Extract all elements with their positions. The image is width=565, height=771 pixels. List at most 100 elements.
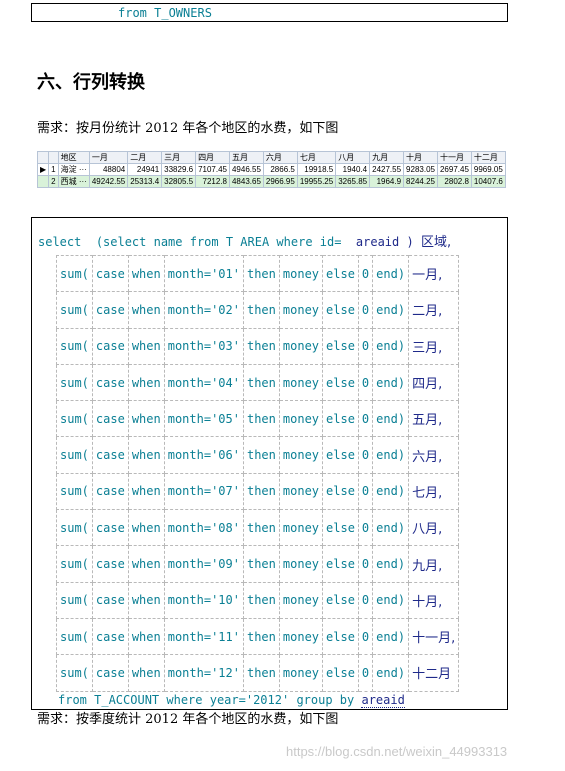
- sql-token: when: [127, 617, 165, 656]
- value-cell[interactable]: 19955.25: [296, 175, 337, 188]
- sql-token: end): [372, 545, 410, 583]
- value-cell[interactable]: 24941: [127, 163, 163, 176]
- value-cell[interactable]: 3265.85: [335, 175, 371, 188]
- value-cell[interactable]: 49242.55: [88, 175, 129, 188]
- sql-token: then: [242, 363, 280, 402]
- sql-group-column: areaid: [361, 693, 405, 708]
- sql-token: money: [278, 472, 324, 511]
- sql-token: month=: [167, 484, 212, 499]
- sql-month-alias: 十一月,: [408, 617, 460, 656]
- sql-token: month=: [167, 448, 212, 463]
- value-cell[interactable]: 48804: [88, 163, 129, 176]
- ellipsis-icon[interactable]: ···: [79, 177, 87, 186]
- sql-token: then: [242, 654, 280, 692]
- sql-token: then: [242, 545, 280, 583]
- sql-token: case: [91, 472, 129, 511]
- value-cell[interactable]: 8244.25: [403, 175, 438, 188]
- area-cell[interactable]: 海淀 ···: [57, 163, 90, 176]
- value-cell[interactable]: 2427.55: [369, 163, 405, 176]
- sql-token: when: [127, 509, 165, 547]
- sql-token: month=: [167, 629, 212, 644]
- grid-header-cell[interactable]: 十月: [403, 151, 438, 164]
- sql-token: then: [242, 436, 280, 474]
- grid-header-cell[interactable]: 十二月: [470, 151, 506, 164]
- sql-month-literal: '09': [211, 557, 240, 572]
- grid-header-cell[interactable]: 四月: [195, 151, 230, 164]
- sql-sum-row: sum(case when month='07' then money else 0 end)…: [56, 472, 460, 511]
- sql-sum-row: sum(case when month='05' then money else 0 end)…: [56, 400, 460, 438]
- value-cell[interactable]: 2697.45: [436, 163, 472, 176]
- sql-token: then: [242, 291, 280, 329]
- value-cell[interactable]: 1964.9: [369, 175, 405, 188]
- sql-token: when: [127, 363, 165, 402]
- grid-header-cell[interactable]: 九月: [369, 151, 405, 164]
- table-row[interactable]: 2 西城 ··· 49242.55 25313.4 32805.5 7212.8…: [36, 175, 506, 188]
- area-cell[interactable]: 西城 ···: [57, 175, 90, 188]
- sql-token: sum(: [56, 327, 93, 365]
- sql-token: case: [91, 617, 129, 656]
- value-cell[interactable]: 33829.6: [161, 163, 197, 176]
- row-number: 2: [48, 175, 59, 188]
- sql-month-condition: month='08': [163, 509, 244, 547]
- sql-month-condition: month='09': [163, 545, 244, 583]
- sql-month-literal: '05': [211, 411, 240, 426]
- grid-header-cell[interactable]: 三月: [161, 151, 197, 164]
- value-cell[interactable]: 4843.65: [228, 175, 264, 188]
- sql-token: sum(: [56, 581, 93, 619]
- sql-month-alias: 八月,: [408, 509, 460, 547]
- sql-sum-row: sum(case when month='02' then money else 0 end)…: [56, 291, 460, 329]
- sql-sum-row: sum(case when month='08' then money else 0 end)…: [56, 509, 460, 547]
- sql-token: end): [372, 400, 410, 438]
- grid-header-cell[interactable]: 八月: [335, 151, 371, 164]
- sql-month-alias: 一月,: [408, 254, 460, 293]
- sql-token: sum(: [56, 363, 93, 402]
- value-cell[interactable]: 2866.5: [262, 163, 298, 176]
- sql-token: sum(: [56, 291, 93, 329]
- value-cell[interactable]: 7212.8: [195, 175, 230, 188]
- grid-header-cell[interactable]: 五月: [228, 151, 264, 164]
- sql-token: sum(: [56, 545, 93, 583]
- ellipsis-icon[interactable]: ···: [79, 165, 87, 174]
- sql-code-box: select (select name from T AREA where id…: [31, 217, 508, 710]
- sql-token: then: [242, 400, 280, 438]
- sql-month-literal: '10': [211, 593, 240, 608]
- grid-header-cell[interactable]: 地区: [57, 151, 90, 164]
- value-cell[interactable]: 25313.4: [127, 175, 163, 188]
- sql-month-literal: '06': [211, 448, 240, 463]
- sql-sum-row: sum(case when month='11' then money else 0 end)…: [56, 617, 460, 656]
- sql-token: money: [278, 400, 324, 438]
- sql-token: month=: [167, 339, 212, 354]
- grid-header-cell[interactable]: 十一月: [436, 151, 472, 164]
- grid-header-cell[interactable]: 一月: [88, 151, 129, 164]
- value-cell[interactable]: 2802.8: [436, 175, 472, 188]
- sql-token: money: [278, 436, 324, 474]
- sql-sum-row: sum(case when month='01' then money else 0 end)…: [56, 254, 460, 293]
- sql-sum-row: sum(case when month='10' then money else 0 end)…: [56, 581, 460, 619]
- sql-token: when: [127, 254, 165, 293]
- sql-token: 0: [357, 545, 374, 583]
- sql-token: else: [322, 291, 359, 329]
- sql-month-alias: 六月,: [408, 436, 460, 474]
- value-cell[interactable]: 1940.4: [335, 163, 371, 176]
- sql-token: month=: [167, 593, 212, 608]
- value-cell[interactable]: 4946.55: [228, 163, 264, 176]
- sql-month-alias: 三月,: [408, 327, 460, 365]
- table-row[interactable]: ▶ 1 海淀 ··· 48804 24941 33829.6 7107.45 4…: [36, 163, 506, 176]
- grid-header-cell[interactable]: 七月: [296, 151, 337, 164]
- sql-keyword: select: [38, 235, 82, 249]
- value-cell[interactable]: 2966.95: [262, 175, 298, 188]
- grid-header-cell[interactable]: 二月: [127, 151, 163, 164]
- sql-month-condition: month='03': [163, 327, 244, 365]
- sql-token: case: [91, 400, 129, 438]
- sql-token: else: [322, 254, 359, 293]
- value-cell[interactable]: 9283.05: [403, 163, 438, 176]
- sql-token: case: [91, 545, 129, 583]
- value-cell[interactable]: 9969.05: [470, 163, 506, 176]
- value-cell[interactable]: 10407.6: [470, 175, 506, 188]
- value-cell[interactable]: 19918.5: [296, 163, 337, 176]
- value-cell[interactable]: 7107.45: [195, 163, 230, 176]
- sql-token: end): [372, 291, 410, 329]
- sql-token: 0: [357, 363, 374, 402]
- grid-header-cell[interactable]: 六月: [262, 151, 298, 164]
- value-cell[interactable]: 32805.5: [161, 175, 197, 188]
